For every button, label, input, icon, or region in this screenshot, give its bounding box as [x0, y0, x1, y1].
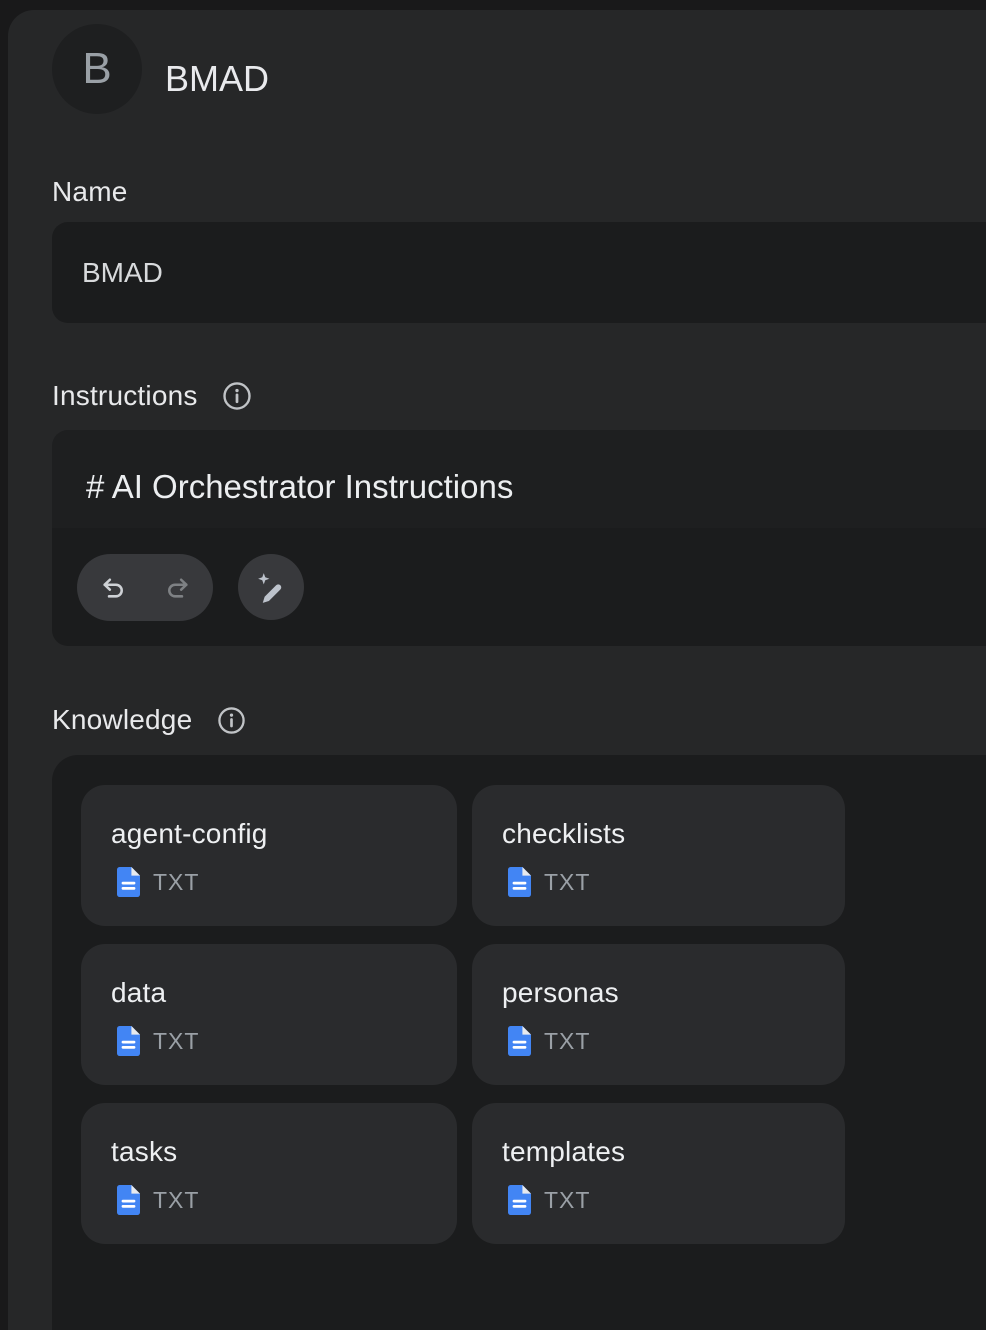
- knowledge-panel: agent-config TXT checklists: [52, 755, 986, 1330]
- knowledge-file-card[interactable]: checklists TXT: [472, 785, 845, 926]
- txt-document-icon: [508, 1185, 531, 1215]
- txt-document-icon: [117, 1026, 140, 1056]
- gem-avatar: B: [52, 24, 142, 114]
- redo-icon: [163, 573, 192, 602]
- file-type: TXT: [544, 869, 590, 896]
- file-type: TXT: [153, 869, 199, 896]
- undo-icon: [99, 573, 128, 602]
- gem-editor-panel: B BMAD Name Instructions # AI Orchestrat…: [8, 10, 986, 1330]
- file-type-row: TXT: [111, 1185, 457, 1215]
- file-type-row: TXT: [111, 1026, 457, 1056]
- info-icon: [217, 706, 246, 735]
- knowledge-grid: agent-config TXT checklists: [81, 785, 845, 1244]
- gem-name-input[interactable]: [52, 222, 986, 323]
- magic-rewrite-icon: [254, 570, 289, 605]
- file-type: TXT: [153, 1028, 199, 1055]
- instructions-info-button[interactable]: [222, 381, 252, 411]
- knowledge-info-button[interactable]: [216, 705, 246, 735]
- file-type: TXT: [544, 1187, 590, 1214]
- instructions-label: Instructions: [52, 381, 198, 411]
- knowledge-file-card[interactable]: personas TXT: [472, 944, 845, 1085]
- instructions-editor: # AI Orchestrator Instructions: [52, 430, 986, 646]
- file-name: tasks: [111, 1136, 457, 1168]
- file-type-row: TXT: [502, 1185, 845, 1215]
- file-name: data: [111, 977, 457, 1009]
- undo-button[interactable]: [85, 554, 141, 621]
- file-type: TXT: [153, 1187, 199, 1214]
- instructions-toolbar: [52, 528, 986, 646]
- undo-redo-group: [77, 554, 213, 621]
- instructions-textarea[interactable]: # AI Orchestrator Instructions: [52, 430, 986, 528]
- file-name: agent-config: [111, 818, 457, 850]
- file-name: personas: [502, 977, 845, 1009]
- knowledge-file-card[interactable]: agent-config TXT: [81, 785, 457, 926]
- txt-document-icon: [508, 1026, 531, 1056]
- knowledge-label: Knowledge: [52, 705, 192, 735]
- file-name: checklists: [502, 818, 845, 850]
- file-type: TXT: [544, 1028, 590, 1055]
- knowledge-file-card[interactable]: data TXT: [81, 944, 457, 1085]
- txt-document-icon: [117, 867, 140, 897]
- file-type-row: TXT: [502, 867, 845, 897]
- redo-button[interactable]: [149, 554, 205, 621]
- txt-document-icon: [117, 1185, 140, 1215]
- gem-title: BMAD: [165, 57, 269, 101]
- knowledge-file-card[interactable]: templates TXT: [472, 1103, 845, 1244]
- knowledge-file-card[interactable]: tasks TXT: [81, 1103, 457, 1244]
- file-name: templates: [502, 1136, 845, 1168]
- magic-rewrite-button[interactable]: [238, 554, 304, 620]
- name-label: Name: [52, 177, 128, 207]
- file-type-row: TXT: [502, 1026, 845, 1056]
- file-type-row: TXT: [111, 867, 457, 897]
- info-icon: [222, 381, 252, 411]
- gem-avatar-letter: B: [82, 44, 111, 94]
- txt-document-icon: [508, 867, 531, 897]
